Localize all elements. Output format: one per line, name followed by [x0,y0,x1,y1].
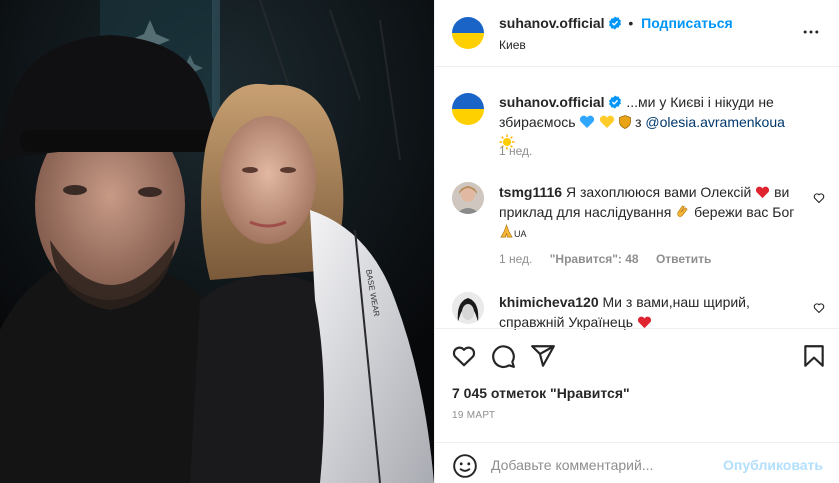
comment-text: khimicheva120 Ми з вами,наш щирий, справ… [499,292,799,332]
avatar-photo [452,182,484,214]
post-date: 19 МАРТ [452,410,496,421]
avatar-photo [452,292,484,324]
folded-hands-icon [500,224,513,238]
emoji-smiley-icon[interactable] [452,453,478,479]
post-details: suhanov.official • Подписаться Киев suha… [434,0,839,483]
caption-time: 1 нед. [499,144,533,158]
caption-mention[interactable]: @olesia.avramenkoua [645,114,785,130]
post-photo[interactable]: BASE WEAR [0,0,434,483]
caption-with: з [635,114,642,130]
flag-blue-stripe [452,17,484,33]
share-send-icon[interactable] [530,343,556,369]
likes-count[interactable]: 7 045 отметок "Нравится" [452,385,630,401]
red-heart-icon [756,186,770,199]
follow-button[interactable]: Подписаться [641,15,733,31]
commenter-avatar[interactable] [452,182,484,214]
save-bookmark-icon[interactable] [801,343,827,369]
commenter-username[interactable]: khimicheva120 [499,294,599,310]
comment-input[interactable] [491,453,711,477]
comment-body: Я захоплююся вами Олексій [565,184,752,200]
flag-yellow-stripe [452,33,484,49]
like-comment-heart-icon[interactable] [813,192,825,204]
comment-suffix: UA [514,229,527,239]
more-options-icon[interactable] [801,22,821,42]
add-comment-bar: Опубликовать [435,442,839,483]
reply-button[interactable]: Ответить [656,252,711,266]
like-comment-heart-icon[interactable] [813,302,825,314]
flag-yellow-stripe [452,109,484,125]
commenter-username[interactable]: tsmg1116 [499,184,562,200]
commenter-avatar[interactable] [452,292,484,324]
caption-text: suhanov.official ...ми у Києві і нікуди … [499,92,799,152]
caption-username[interactable]: suhanov.official [499,94,605,110]
blue-heart-icon [580,115,595,128]
author-avatar[interactable] [452,17,484,49]
instagram-post-view: BASE WEAR suhanov.official • Подписаться… [0,0,839,483]
separator-dot: • [628,15,634,31]
comment-time: 1 нед. [499,252,533,266]
publish-button[interactable]: Опубликовать [723,457,823,473]
post-actions: 7 045 отметок "Нравится" 19 МАРТ [435,328,839,433]
yellow-heart-icon [600,115,615,128]
post-header: suhanov.official • Подписаться Киев [435,0,839,67]
location-link[interactable]: Киев [499,38,526,52]
verified-badge-icon [609,95,622,109]
flag-blue-stripe [452,93,484,109]
comment-bubble-icon[interactable] [490,343,516,369]
comment-likes[interactable]: "Нравится": 48 [550,252,639,266]
caption-avatar[interactable] [452,93,484,125]
verified-badge-icon [609,16,622,30]
header-line: suhanov.official • Подписаться [499,15,733,31]
like-heart-icon[interactable] [451,343,477,369]
author-username[interactable]: suhanov.official [499,15,605,31]
shield-icon [619,115,632,129]
selfie-image: BASE WEAR [0,0,434,483]
comment-meta: 1 нед. "Нравится": 48 Ответить [499,252,725,266]
clapping-hands-icon [677,205,688,217]
comment-body-3: бережи вас Бог [694,204,795,220]
comment-text: tsmg1116 Я захоплююся вами Олексій ви пр… [499,182,799,244]
